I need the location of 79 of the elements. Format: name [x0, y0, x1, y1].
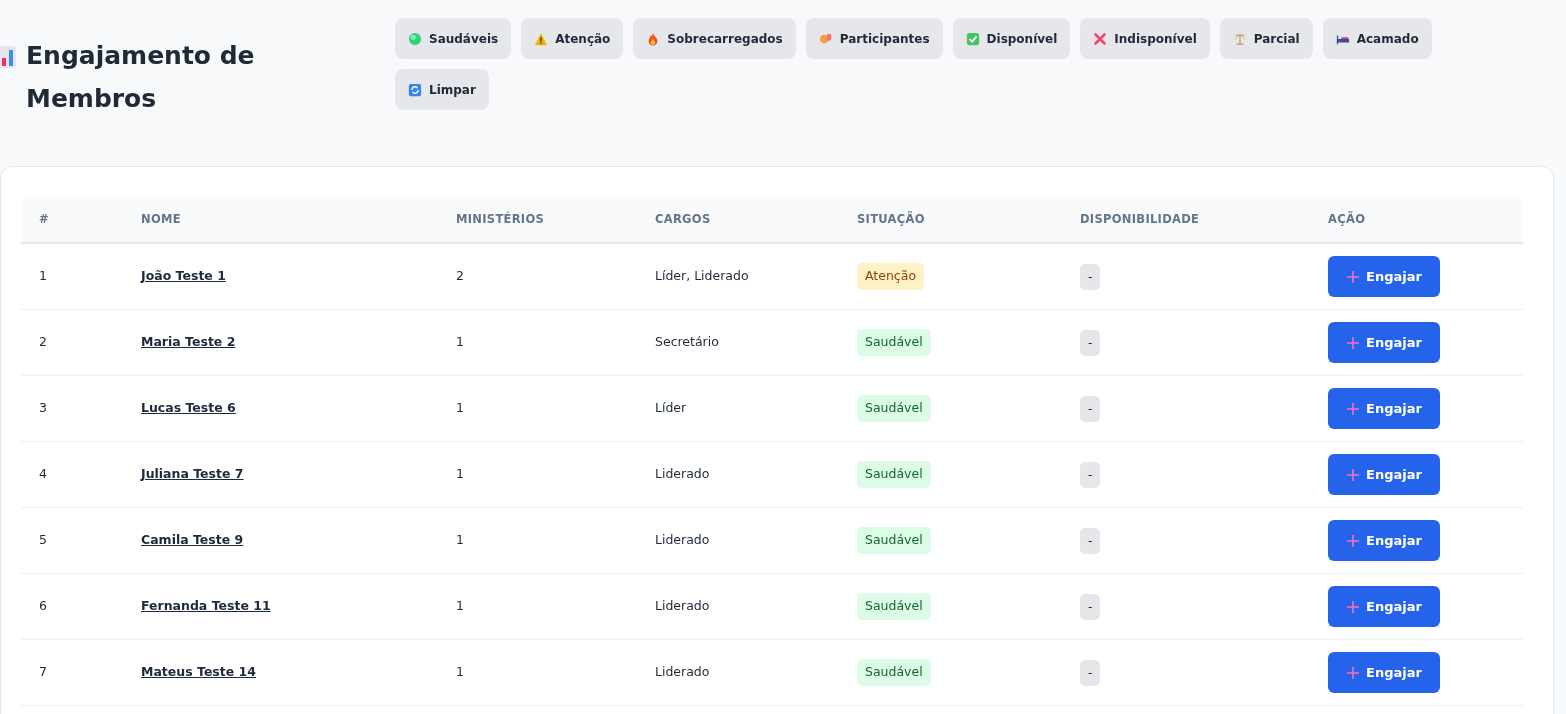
availability-badge: - [1080, 659, 1101, 686]
filter-button[interactable]: Sobrecarregados [633, 18, 796, 59]
status-badge: Saudável [857, 659, 931, 686]
availability-badge: - [1080, 461, 1101, 488]
warning-icon [534, 31, 549, 46]
table-cell: 1 [438, 574, 637, 640]
filter-button[interactable]: Saudáveis [395, 18, 512, 59]
availability-badge: - [1080, 329, 1101, 356]
engage-button[interactable]: Engajar [1328, 454, 1440, 495]
member-name-link[interactable]: João Teste 1 [141, 268, 226, 284]
refresh-icon [408, 82, 422, 97]
status-badge: Atenção [857, 263, 925, 290]
engage-button[interactable]: Engajar [1328, 586, 1440, 627]
column-header: # [21, 197, 123, 244]
scales-icon [1232, 31, 1247, 46]
checkbox-icon [965, 31, 980, 46]
table-cell: 1 [438, 640, 637, 706]
member-name-link[interactable]: Fernanda Teste 11 [141, 598, 271, 614]
table-cell: 7 [21, 640, 123, 706]
status-badge: Saudável [857, 395, 931, 422]
filter-button[interactable]: Acamado [1322, 18, 1432, 59]
table-cell: 5 [21, 508, 123, 574]
status-badge: Saudável [857, 593, 931, 620]
plus-icon [1346, 533, 1360, 548]
member-name-link[interactable]: Mateus Teste 14 [141, 664, 256, 680]
plus-icon [1346, 269, 1360, 284]
engage-button[interactable]: Engajar [1328, 388, 1440, 429]
plus-icon [1346, 335, 1360, 350]
circle-icon [408, 31, 422, 46]
availability-badge: - [1080, 395, 1101, 422]
table-cell: 1 [21, 244, 123, 310]
column-header: MINISTÉRIOS [438, 197, 637, 244]
filter-button[interactable]: Disponível [952, 18, 1071, 59]
plus-icon [1346, 665, 1360, 680]
engage-button[interactable]: Engajar [1328, 256, 1440, 297]
member-name-link[interactable]: Camila Teste 9 [141, 532, 244, 548]
column-header: DISPONIBILIDADE [1062, 197, 1310, 244]
engage-button[interactable]: Engajar [1328, 652, 1440, 693]
table-cell: 1 [438, 310, 637, 376]
filter-button[interactable]: Atenção [521, 18, 624, 59]
column-header: CARGOS [637, 197, 839, 244]
table-cell: Liderado [637, 508, 839, 574]
table-cell: Liderado [637, 640, 839, 706]
status-badge: Saudável [857, 527, 931, 554]
cross-icon [1093, 31, 1108, 46]
plus-icon [1346, 599, 1360, 614]
table-cell: 6 [21, 574, 123, 640]
table-cell: Liderado [637, 574, 839, 640]
table-cell: Liderado [637, 442, 839, 508]
table-cell: 1 [438, 508, 637, 574]
table-cell: 4 [21, 442, 123, 508]
table-cell: Líder, Liderado [637, 244, 839, 310]
plus-icon [1346, 467, 1360, 482]
status-badge: Saudável [857, 329, 931, 356]
page-title: Engajamento de Membros [26, 40, 256, 115]
filter-button[interactable]: Participantes [805, 18, 943, 59]
table-cell: Secretário [637, 310, 839, 376]
table-cell: 2 [21, 310, 123, 376]
table-cell: 2 [438, 244, 637, 310]
table-cell: 3 [21, 376, 123, 442]
member-name-link[interactable]: Lucas Teste 6 [141, 400, 236, 416]
availability-badge: - [1080, 263, 1101, 290]
table-cell: 1 [438, 442, 637, 508]
column-header: NOME [123, 197, 438, 244]
engage-button[interactable]: Engajar [1328, 322, 1440, 363]
status-badge: Saudável [857, 461, 931, 488]
column-header: AÇÃO [1310, 197, 1523, 244]
engage-button[interactable]: Engajar [1328, 520, 1440, 561]
availability-badge: - [1080, 527, 1101, 554]
table-cell: 1 [438, 376, 637, 442]
filter-button[interactable]: Indisponível [1080, 18, 1210, 59]
filter-button[interactable]: Limpar [395, 69, 489, 110]
table-cell: Líder [637, 376, 839, 442]
column-header: SITUAÇÃO [839, 197, 1062, 244]
member-name-link[interactable]: Juliana Teste 7 [141, 466, 244, 482]
plus-icon [1346, 401, 1360, 416]
member-name-link[interactable]: Maria Teste 2 [141, 334, 236, 350]
availability-badge: - [1080, 593, 1101, 620]
filter-button[interactable]: Parcial [1219, 18, 1313, 59]
